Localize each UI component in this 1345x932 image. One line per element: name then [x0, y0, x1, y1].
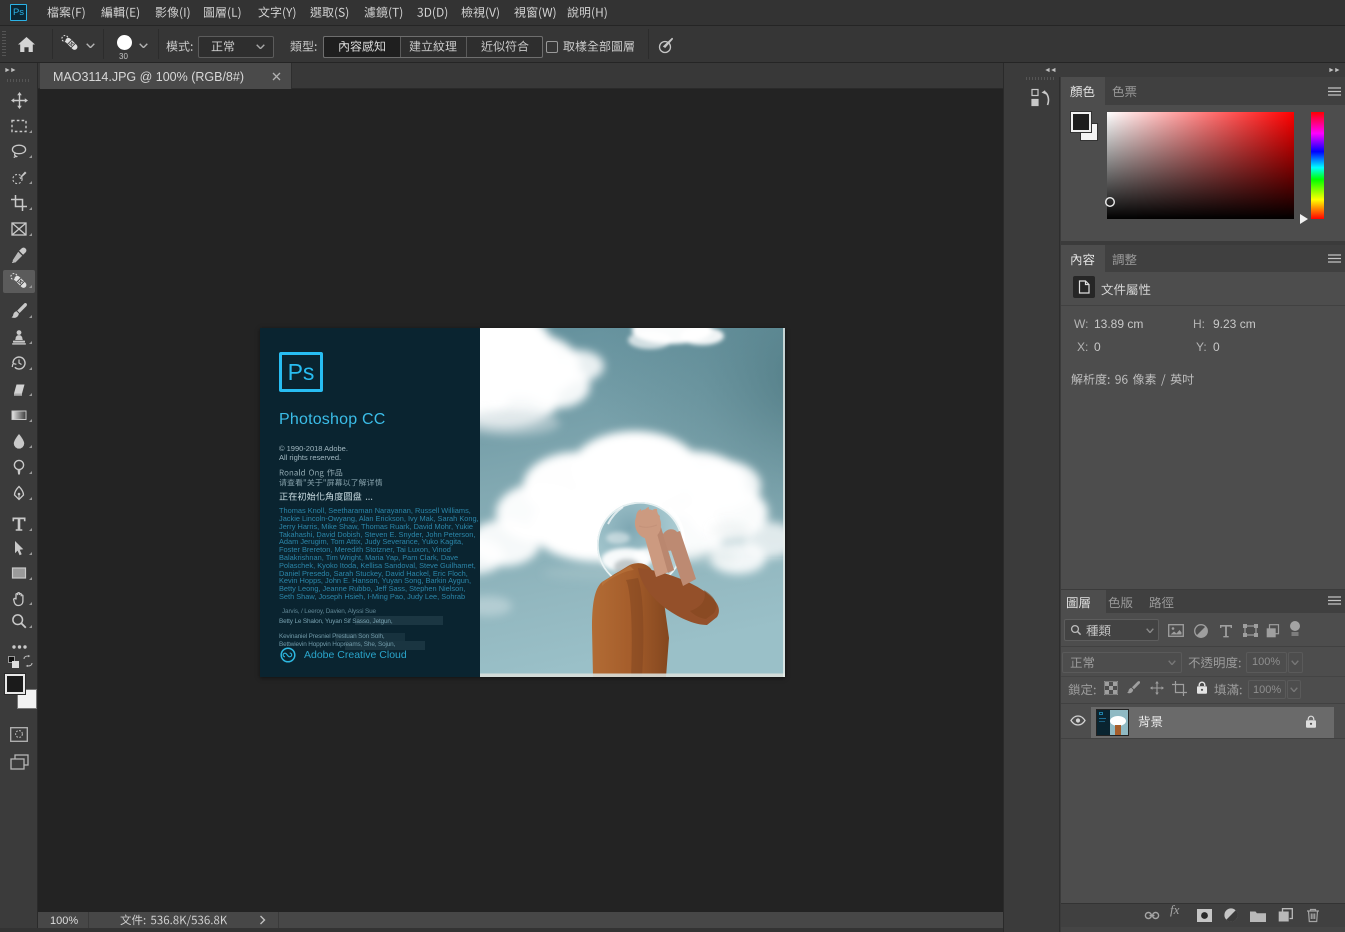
svg-text:fx: fx	[1170, 903, 1180, 917]
